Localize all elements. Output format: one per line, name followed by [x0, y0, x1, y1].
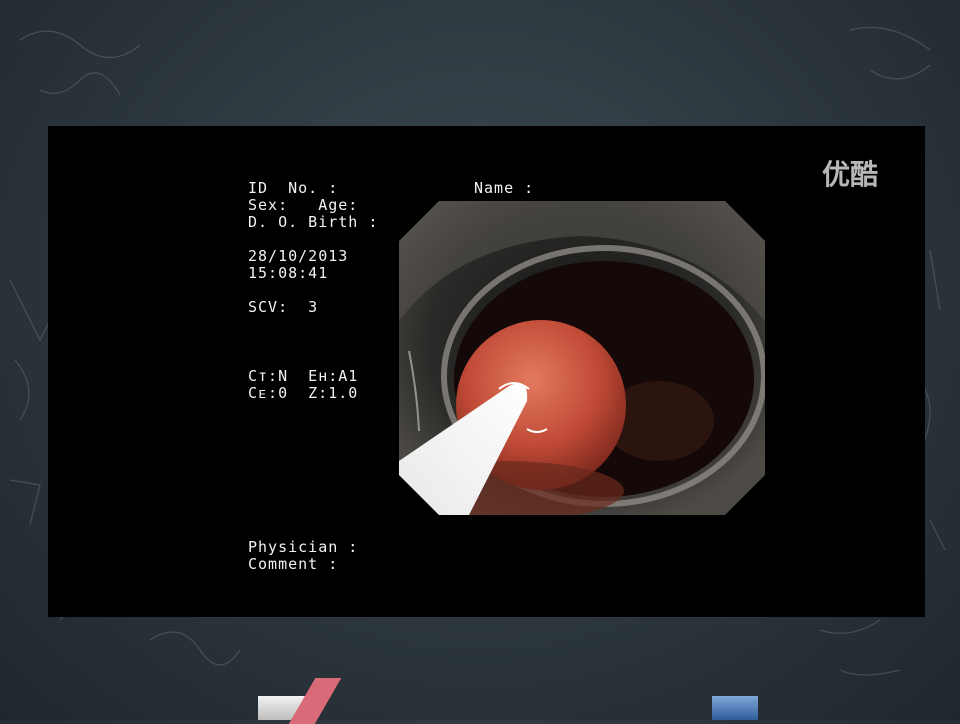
comment-label: Comment : — [248, 555, 339, 573]
youku-watermark: 优酷 — [822, 158, 879, 191]
scv-value: SCV: 3 — [248, 298, 319, 316]
patient-name-label: Name : — [474, 179, 535, 197]
endoscopy-video-frame: ID No. : Name : Sex: Age: D. O. Birth : … — [48, 126, 925, 617]
ce-zoom-settings: Cᴇ:0 Z:1.0 — [248, 384, 359, 402]
ct-eh-settings: Cт:N Eн:A1 — [248, 367, 359, 385]
exam-time: 15:08:41 — [248, 264, 329, 282]
date-of-birth-label: D. O. Birth : — [248, 213, 379, 231]
exam-date: 28/10/2013 — [248, 247, 349, 265]
sex-age-label: Sex: Age: — [248, 196, 359, 214]
id-number-label: ID No. : — [248, 179, 339, 197]
physician-label: Physician : — [248, 538, 359, 556]
endoscope-view — [399, 201, 765, 515]
slide-decoration-block-blue — [712, 696, 758, 720]
